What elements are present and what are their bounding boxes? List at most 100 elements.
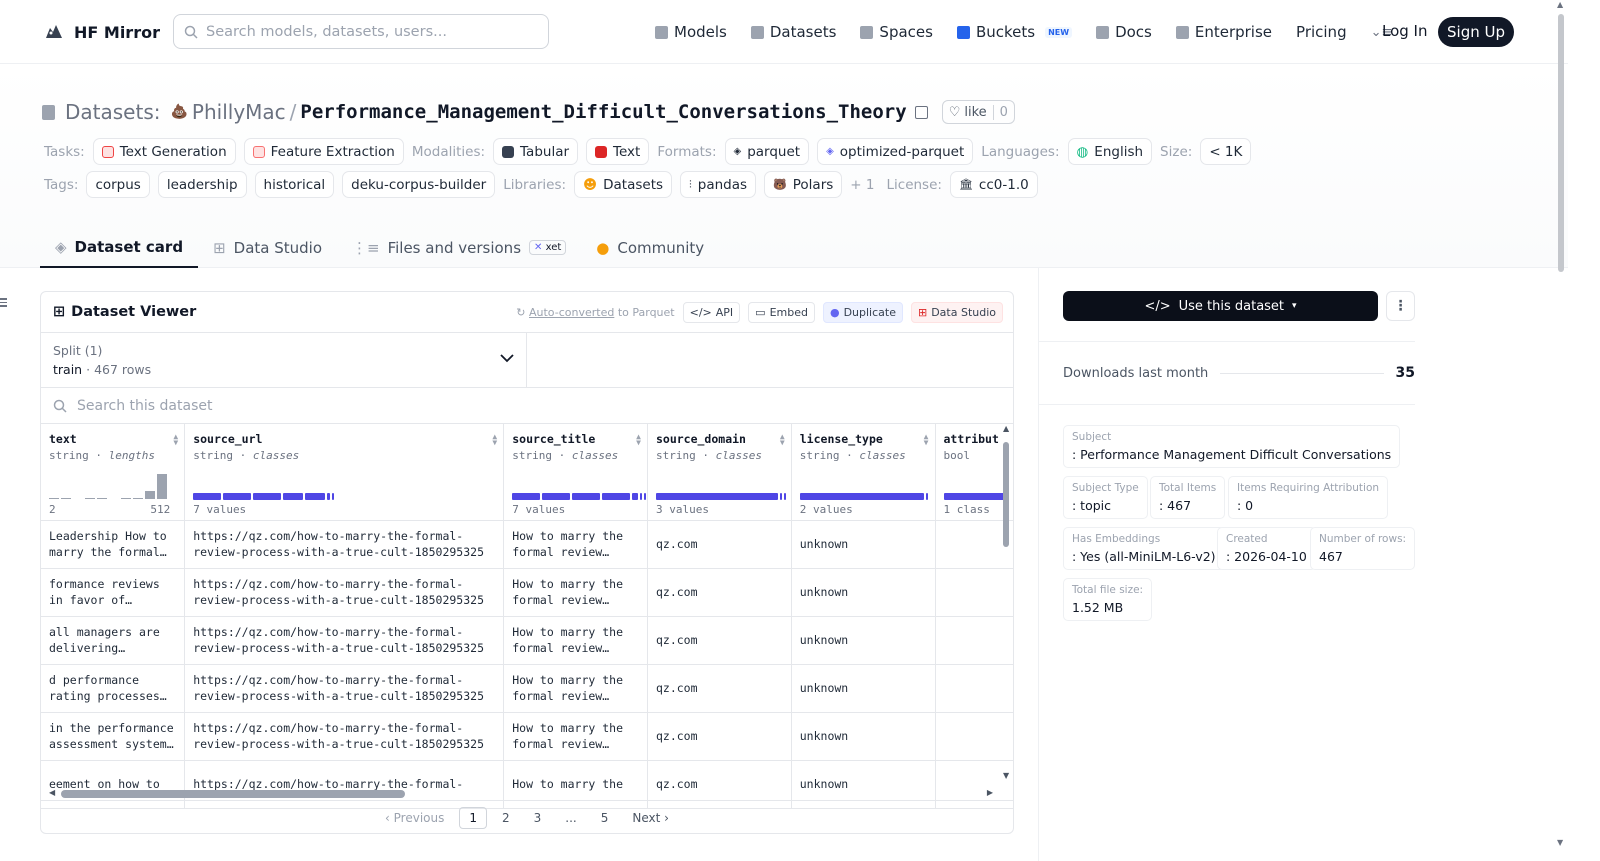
nav-enterprise[interactable]: Enterprise bbox=[1175, 18, 1272, 46]
table-cell[interactable]: unknown bbox=[791, 568, 936, 617]
column-header[interactable]: attribut bool 1 class bbox=[935, 424, 1013, 521]
table-cell[interactable]: https://qz.com/how-to-marry-the-formal-r… bbox=[184, 616, 505, 665]
table-cell[interactable]: in the performance assessment system… bbox=[41, 712, 186, 761]
auto-converted-link[interactable]: Auto-converted bbox=[529, 306, 614, 319]
sort-icon[interactable]: ▲ ▼ bbox=[780, 433, 785, 447]
table-cell[interactable] bbox=[935, 616, 1013, 665]
nav-datasets[interactable]: Datasets bbox=[750, 18, 836, 46]
table-row[interactable]: d performance rating processes… https://q… bbox=[41, 664, 1013, 713]
nav-models[interactable]: Models bbox=[655, 18, 727, 46]
sort-icon[interactable]: ▲ ▼ bbox=[924, 433, 929, 447]
scroll-right-icon[interactable]: ▶ bbox=[987, 788, 993, 797]
page-button[interactable]: 2 bbox=[493, 808, 519, 828]
table-cell[interactable] bbox=[935, 568, 1013, 617]
page-button[interactable]: 1 bbox=[459, 807, 487, 829]
scroll-thumb[interactable] bbox=[1003, 442, 1009, 547]
table-cell[interactable] bbox=[935, 712, 1013, 761]
scroll-left-icon[interactable]: ◀ bbox=[49, 788, 55, 797]
previous-button[interactable]: ‹ Previous bbox=[376, 808, 453, 828]
table-cell[interactable]: qz.com bbox=[647, 664, 792, 713]
task-chip[interactable]: Text Generation bbox=[92, 138, 236, 165]
dataset-name[interactable]: Performance_Management_Difficult_Convers… bbox=[300, 101, 906, 123]
task-chip[interactable]: Feature Extraction bbox=[243, 138, 404, 165]
page-button[interactable]: 3 bbox=[525, 808, 551, 828]
library-chip[interactable]: ⫶ pandas bbox=[680, 171, 757, 198]
table-cell[interactable]: unknown bbox=[791, 520, 936, 569]
nav-buckets[interactable]: Buckets NEW bbox=[956, 18, 1073, 46]
table-cell[interactable]: How to marry the formal review… bbox=[503, 520, 648, 569]
split-selector[interactable]: Split (1) train · 467 rows bbox=[41, 332, 527, 388]
copy-icon[interactable] bbox=[914, 105, 928, 119]
libraries-more[interactable]: + 1 bbox=[850, 177, 874, 193]
table-cell[interactable]: https://qz.com/how-to-marry-the-formal-r… bbox=[184, 712, 505, 761]
login-link[interactable]: Log In bbox=[1382, 22, 1428, 40]
tag-chip[interactable]: deku-corpus-builder bbox=[342, 171, 496, 198]
table-cell[interactable]: https://qz.com/how-to-marry-the-formal-r… bbox=[184, 568, 505, 617]
tab-files-and-versions[interactable]: ⋮≡ Files and versions ✕ xet bbox=[337, 227, 581, 268]
column-header[interactable]: source_url string · classes ▲ ▼ 7 values bbox=[184, 424, 505, 521]
nav-docs[interactable]: Docs bbox=[1096, 18, 1152, 46]
table-cell[interactable]: unknown bbox=[791, 616, 936, 665]
side-menu-icon[interactable] bbox=[0, 298, 8, 309]
nav-spaces[interactable]: Spaces bbox=[860, 18, 933, 46]
global-search-input[interactable]: Search models, datasets, users... bbox=[173, 14, 549, 49]
table-cell[interactable]: unknown bbox=[791, 712, 936, 761]
table-row[interactable]: Leadership How to marry the formal… https… bbox=[41, 520, 1013, 569]
table-cell[interactable]: https://qz.com/how-to-marry-the-formal-r… bbox=[184, 520, 505, 569]
more-options-button[interactable]: ⋮ bbox=[1386, 291, 1415, 321]
library-chip[interactable]: 🐻 Polars bbox=[764, 171, 843, 198]
column-header[interactable]: text string · lengths ▲ ▼ 2 512 bbox=[41, 424, 186, 521]
column-header[interactable]: source_domain string · classes ▲ ▼ 3 valu… bbox=[647, 424, 792, 521]
data-studio-button[interactable]: ⊞ Data Studio bbox=[910, 302, 1003, 323]
table-cell[interactable]: qz.com bbox=[647, 616, 792, 665]
table-row[interactable]: in the performance assessment system… htt… bbox=[41, 712, 1013, 761]
modality-chip[interactable]: Tabular bbox=[493, 138, 579, 165]
table-cell[interactable]: d performance rating processes… bbox=[41, 664, 186, 713]
sort-icon[interactable]: ▲ ▼ bbox=[492, 433, 497, 447]
tab-data-studio[interactable]: ⊞ Data Studio bbox=[198, 227, 337, 268]
size-chip[interactable]: < 1K bbox=[1200, 138, 1252, 165]
table-cell[interactable]: qz.com bbox=[647, 520, 792, 569]
next-button[interactable]: Next › bbox=[623, 808, 678, 828]
api-button[interactable]: </> API bbox=[682, 302, 741, 323]
table-cell[interactable] bbox=[935, 520, 1013, 569]
scroll-up-icon[interactable]: ▲ bbox=[1557, 0, 1563, 9]
datasets-breadcrumb-label[interactable]: Datasets: bbox=[65, 100, 160, 124]
table-cell[interactable]: qz.com bbox=[647, 712, 792, 761]
dataset-search-input[interactable]: Search this dataset bbox=[41, 388, 1013, 424]
table-cell[interactable]: How to marry the formal review… bbox=[503, 712, 648, 761]
scroll-down-icon[interactable]: ▼ bbox=[1003, 771, 1009, 780]
tag-chip[interactable]: corpus bbox=[86, 171, 150, 198]
table-cell[interactable]: all managers are delivering… bbox=[41, 616, 186, 665]
horizontal-scrollbar[interactable]: ◀ ▶ bbox=[49, 788, 993, 798]
tag-chip[interactable]: leadership bbox=[157, 171, 247, 198]
tab-community[interactable]: ● Community bbox=[581, 227, 719, 268]
table-cell[interactable] bbox=[935, 664, 1013, 713]
library-chip[interactable]: ☻ Datasets bbox=[574, 171, 673, 198]
sort-icon[interactable]: ▲ ▼ bbox=[173, 433, 178, 447]
sort-icon[interactable]: ▲ ▼ bbox=[636, 433, 641, 447]
column-header[interactable]: source_title string · classes ▲ ▼ 7 value… bbox=[503, 424, 648, 521]
like-button[interactable]: ♡ like 0 bbox=[941, 100, 1015, 124]
table-cell[interactable]: qz.com bbox=[647, 568, 792, 617]
table-row[interactable]: all managers are delivering… https://qz.c… bbox=[41, 616, 1013, 665]
embed-button[interactable]: ▭ Embed bbox=[748, 302, 815, 323]
table-cell[interactable]: How to marry the formal review… bbox=[503, 616, 648, 665]
tag-chip[interactable]: historical bbox=[254, 171, 335, 198]
modality-chip[interactable]: Text bbox=[586, 138, 650, 165]
scroll-down-icon[interactable]: ▼ bbox=[1557, 838, 1563, 847]
tab-dataset-card[interactable]: ◈ Dataset card bbox=[40, 227, 199, 268]
vertical-scrollbar[interactable]: ▲ ▼ bbox=[1003, 424, 1009, 780]
column-header[interactable]: license_type string · classes ▲ ▼ 2 value… bbox=[791, 424, 936, 521]
table-cell[interactable]: Leadership How to marry the formal… bbox=[41, 520, 186, 569]
page-button[interactable]: 5 bbox=[592, 808, 618, 828]
language-chip[interactable]: ◍ English bbox=[1067, 138, 1153, 165]
table-cell[interactable]: How to marry the formal review… bbox=[503, 664, 648, 713]
format-chip[interactable]: ◈ parquet bbox=[724, 138, 810, 165]
scroll-thumb[interactable] bbox=[61, 790, 405, 798]
owner-link[interactable]: PhillyMac bbox=[192, 100, 286, 124]
format-chip[interactable]: ◈ optimized-parquet bbox=[817, 138, 974, 165]
use-this-dataset-button[interactable]: </> Use this dataset ▾ bbox=[1063, 291, 1378, 321]
license-chip[interactable]: 🏛 cc0-1.0 bbox=[949, 171, 1038, 198]
scroll-up-icon[interactable]: ▲ bbox=[1003, 424, 1009, 433]
